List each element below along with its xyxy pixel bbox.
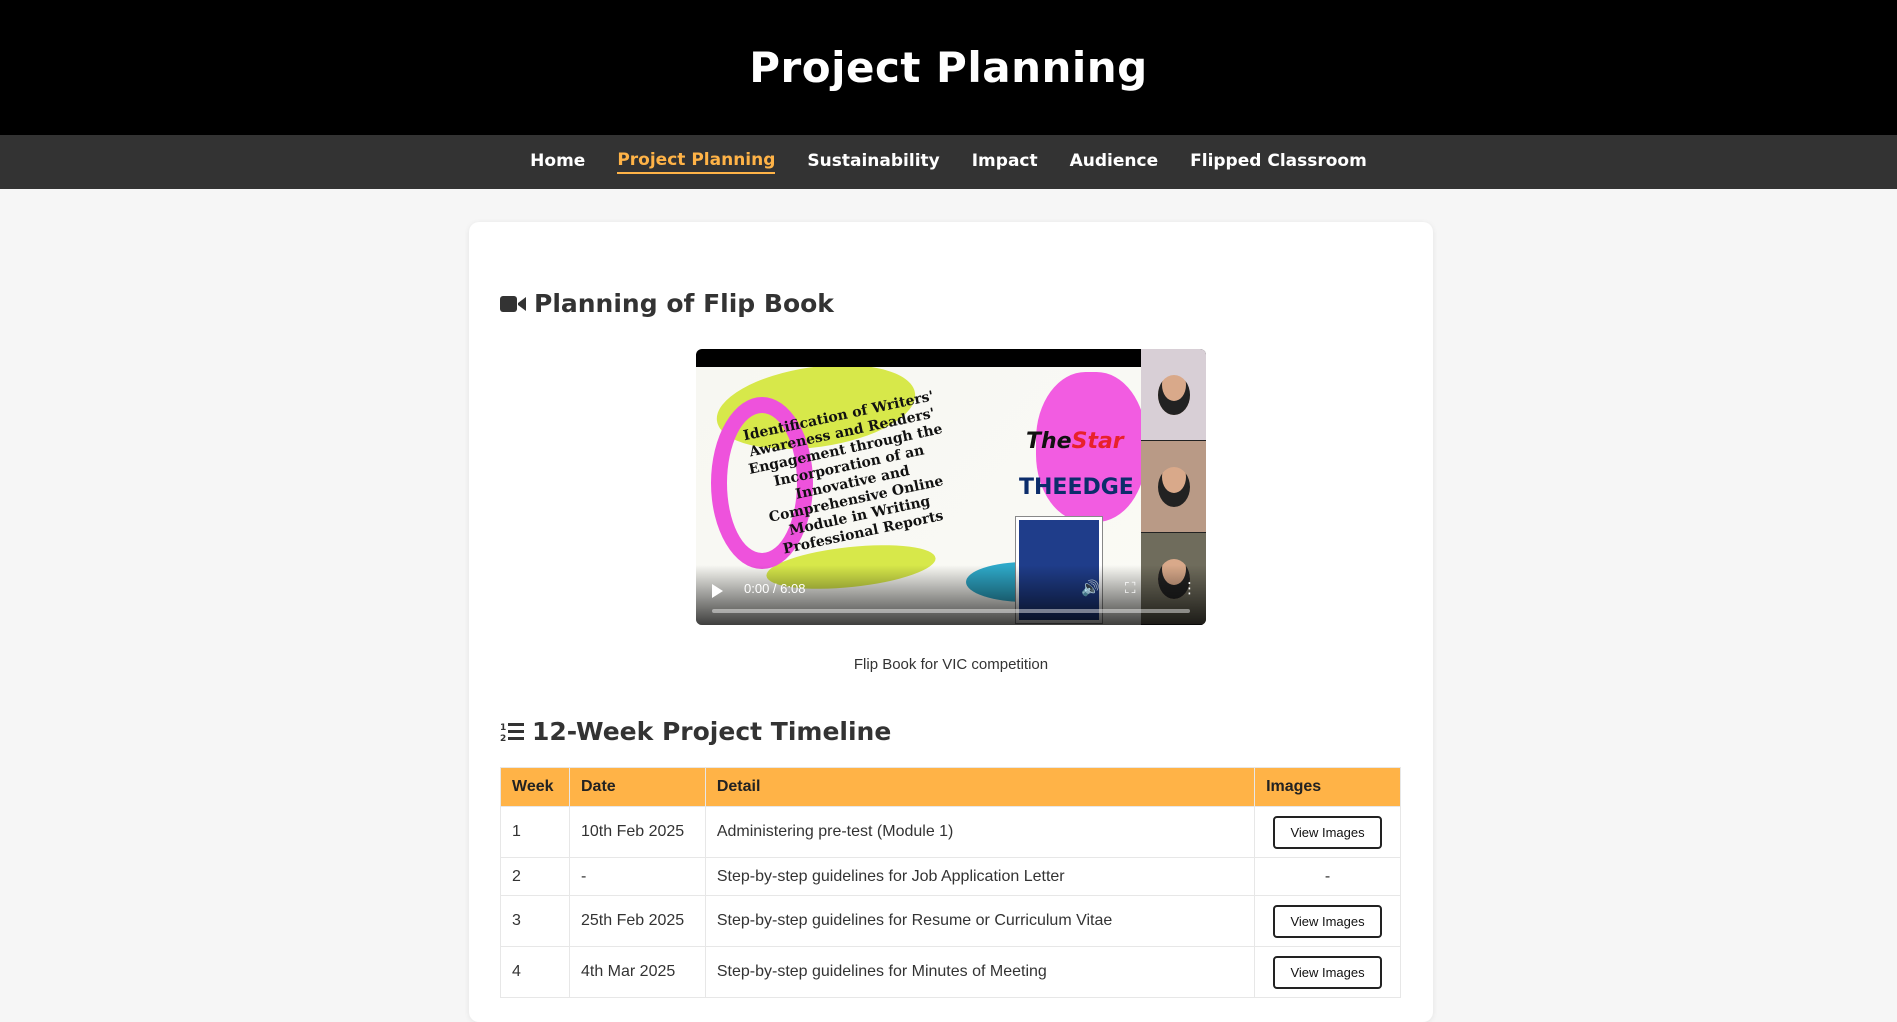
images-cell: View Images	[1254, 946, 1401, 998]
table-row: 4 4th Mar 2025 Step-by-step guidelines f…	[500, 946, 1401, 998]
fullscreen-icon[interactable]: ⛶	[1125, 579, 1136, 597]
volume-icon[interactable]: 🔊	[1081, 579, 1100, 597]
video-camera-icon	[500, 295, 526, 312]
svg-text:2: 2	[500, 734, 506, 743]
date-cell: -	[568, 857, 706, 896]
nav-audience[interactable]: Audience	[1070, 151, 1159, 173]
timeline-section-title: 1 2 12-Week Project Timeline	[500, 717, 891, 746]
participant-thumbnail	[1141, 349, 1206, 441]
content-card: Planning of Flip Book Identification of …	[469, 222, 1433, 1022]
participant-thumbnail	[1141, 441, 1206, 533]
timeline-section-heading: 12-Week Project Timeline	[532, 717, 892, 746]
timeline-table: Week Date Detail Images 1 10th Feb 2025 …	[500, 767, 1401, 998]
detail-cell: Step-by-step guidelines for Job Applicat…	[704, 857, 1256, 896]
images-cell: View Images	[1254, 895, 1401, 947]
nav-sustainability[interactable]: Sustainability	[807, 151, 939, 173]
nav-flipped-classroom[interactable]: Flipped Classroom	[1190, 151, 1367, 173]
the-edge-logo: THEEDGE	[1019, 475, 1134, 500]
week-cell: 3	[500, 895, 570, 947]
video-section-heading: Planning of Flip Book	[534, 289, 834, 318]
video-caption: Flip Book for VIC competition	[853, 656, 1049, 673]
svg-text:1: 1	[500, 723, 506, 733]
view-images-button[interactable]: View Images	[1273, 904, 1382, 938]
week-cell: 2	[500, 857, 570, 896]
week-cell: 4	[500, 946, 570, 998]
view-images-button[interactable]: View Images	[1273, 955, 1382, 989]
date-cell: 10th Feb 2025	[568, 806, 706, 858]
video-section-title: Planning of Flip Book	[500, 289, 834, 318]
detail-cell: Step-by-step guidelines for Resume or Cu…	[704, 895, 1256, 947]
nav-impact[interactable]: Impact	[972, 151, 1038, 173]
images-cell: View Images	[1254, 806, 1401, 858]
play-icon[interactable]	[712, 584, 723, 598]
video-progress-bar[interactable]	[712, 609, 1190, 613]
page-title: Project Planning	[749, 43, 1148, 92]
table-header-row: Week Date Detail Images	[500, 767, 1401, 807]
nav-home[interactable]: Home	[530, 151, 585, 173]
table-row: 1 10th Feb 2025 Administering pre-test (…	[500, 806, 1401, 858]
site-header: Project Planning	[0, 0, 1897, 135]
main-nav: Home Project Planning Sustainability Imp…	[0, 135, 1897, 189]
the-star-logo: TheStar	[1026, 429, 1124, 454]
detail-cell: Step-by-step guidelines for Minutes of M…	[704, 946, 1256, 998]
table-row: 3 25th Feb 2025 Step-by-step guidelines …	[500, 895, 1401, 947]
week-cell: 1	[500, 806, 570, 858]
column-header-detail: Detail	[704, 767, 1256, 807]
detail-cell: Administering pre-test (Module 1)	[704, 806, 1256, 858]
nav-project-planning[interactable]: Project Planning	[617, 150, 776, 174]
column-header-images: Images	[1254, 767, 1401, 807]
column-header-date: Date	[568, 767, 706, 807]
video-time: 0:00 / 6:08	[744, 581, 806, 596]
date-cell: 4th Mar 2025	[568, 946, 706, 998]
date-cell: 25th Feb 2025	[568, 895, 706, 947]
more-options-icon[interactable]: ⋮	[1182, 579, 1197, 597]
images-cell: -	[1254, 857, 1401, 896]
ordered-list-icon: 1 2	[500, 722, 524, 743]
view-images-button[interactable]: View Images	[1273, 815, 1382, 849]
video-controls: 0:00 / 6:08 🔊 ⛶ ⋮	[696, 565, 1206, 625]
table-row: 2 - Step-by-step guidelines for Job Appl…	[500, 857, 1401, 896]
column-header-week: Week	[500, 767, 570, 807]
video-player[interactable]: Identification of Writers' Awareness and…	[696, 349, 1206, 625]
